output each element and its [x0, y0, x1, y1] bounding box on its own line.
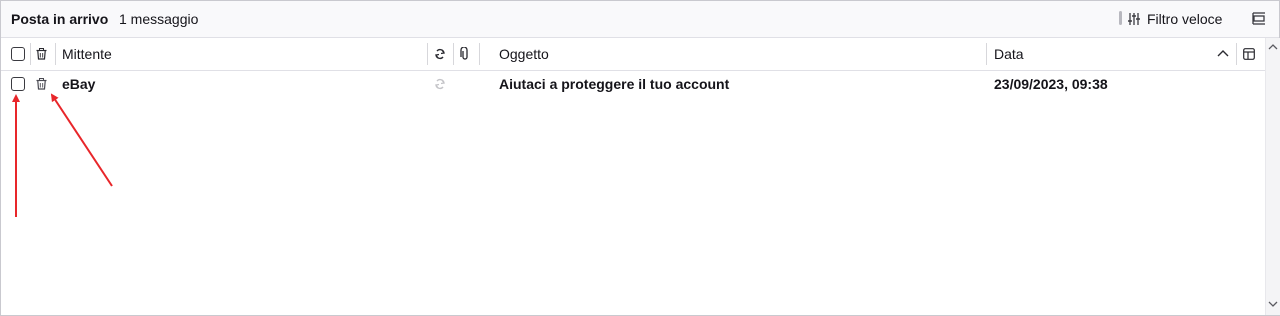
message-list-pane: Posta in arrivo 1 messaggio Filtro veloc…: [0, 0, 1280, 316]
date-column-header[interactable]: Data: [994, 38, 1234, 70]
thread-cell[interactable]: [434, 71, 448, 97]
subject-column-header[interactable]: Oggetto: [499, 38, 979, 70]
row-delete-cell[interactable]: [36, 71, 50, 97]
folder-name: Posta in arrivo: [11, 11, 109, 27]
date-column-label: Data: [994, 46, 1024, 62]
column-divider: [30, 43, 31, 65]
delete-column[interactable]: [36, 38, 50, 70]
thread-column-header[interactable]: [434, 38, 448, 70]
toolbar-separator: [1119, 11, 1122, 25]
row-select-checkbox[interactable]: [11, 77, 25, 91]
select-all-checkbox[interactable]: [11, 47, 25, 61]
quick-filter-button[interactable]: Filtro veloce: [1127, 7, 1222, 31]
message-count: 1 messaggio: [119, 11, 199, 27]
message-row[interactable]: eBay Aiutaci a proteggere il tuo account…: [1, 71, 1265, 97]
scroll-up-icon[interactable]: [1268, 42, 1278, 52]
sender-column-header[interactable]: Mittente: [62, 38, 422, 70]
sender-column-label: Mittente: [62, 46, 112, 62]
layout-icon[interactable]: [1249, 9, 1269, 29]
subject-column-label: Oggetto: [499, 46, 549, 62]
trash-icon[interactable]: [36, 78, 47, 90]
column-picker-icon[interactable]: [1243, 48, 1255, 60]
folder-header: Posta in arrivo 1 messaggio Filtro veloc…: [1, 1, 1279, 38]
select-all-column[interactable]: [11, 38, 31, 70]
thread-status-icon[interactable]: [434, 78, 446, 90]
column-divider: [453, 43, 454, 65]
thread-icon: [434, 48, 446, 60]
date-cell: 23/09/2023, 09:38: [994, 71, 1234, 97]
message-subject: Aiutaci a proteggere il tuo account: [499, 76, 730, 92]
vertical-scrollbar[interactable]: [1265, 38, 1280, 315]
column-divider: [427, 43, 428, 65]
trash-icon: [36, 48, 47, 60]
column-divider: [479, 43, 480, 65]
chevron-up-icon[interactable]: [1217, 49, 1229, 59]
column-divider: [986, 43, 987, 65]
column-header-row: Mittente Oggetto Data: [1, 38, 1265, 71]
quick-filter-label: Filtro veloce: [1147, 11, 1223, 27]
attachment-column-header[interactable]: [460, 38, 474, 70]
subject-cell: Aiutaci a proteggere il tuo account: [499, 71, 979, 97]
sender-cell: eBay: [62, 71, 422, 97]
column-divider: [55, 43, 56, 65]
message-date: 23/09/2023, 09:38: [994, 76, 1108, 92]
row-select-cell[interactable]: [11, 71, 31, 97]
message-sender: eBay: [62, 76, 96, 92]
paperclip-icon: [460, 47, 468, 60]
sliders-icon: [1128, 13, 1140, 25]
scroll-down-icon[interactable]: [1268, 299, 1278, 309]
column-divider: [1236, 43, 1237, 65]
